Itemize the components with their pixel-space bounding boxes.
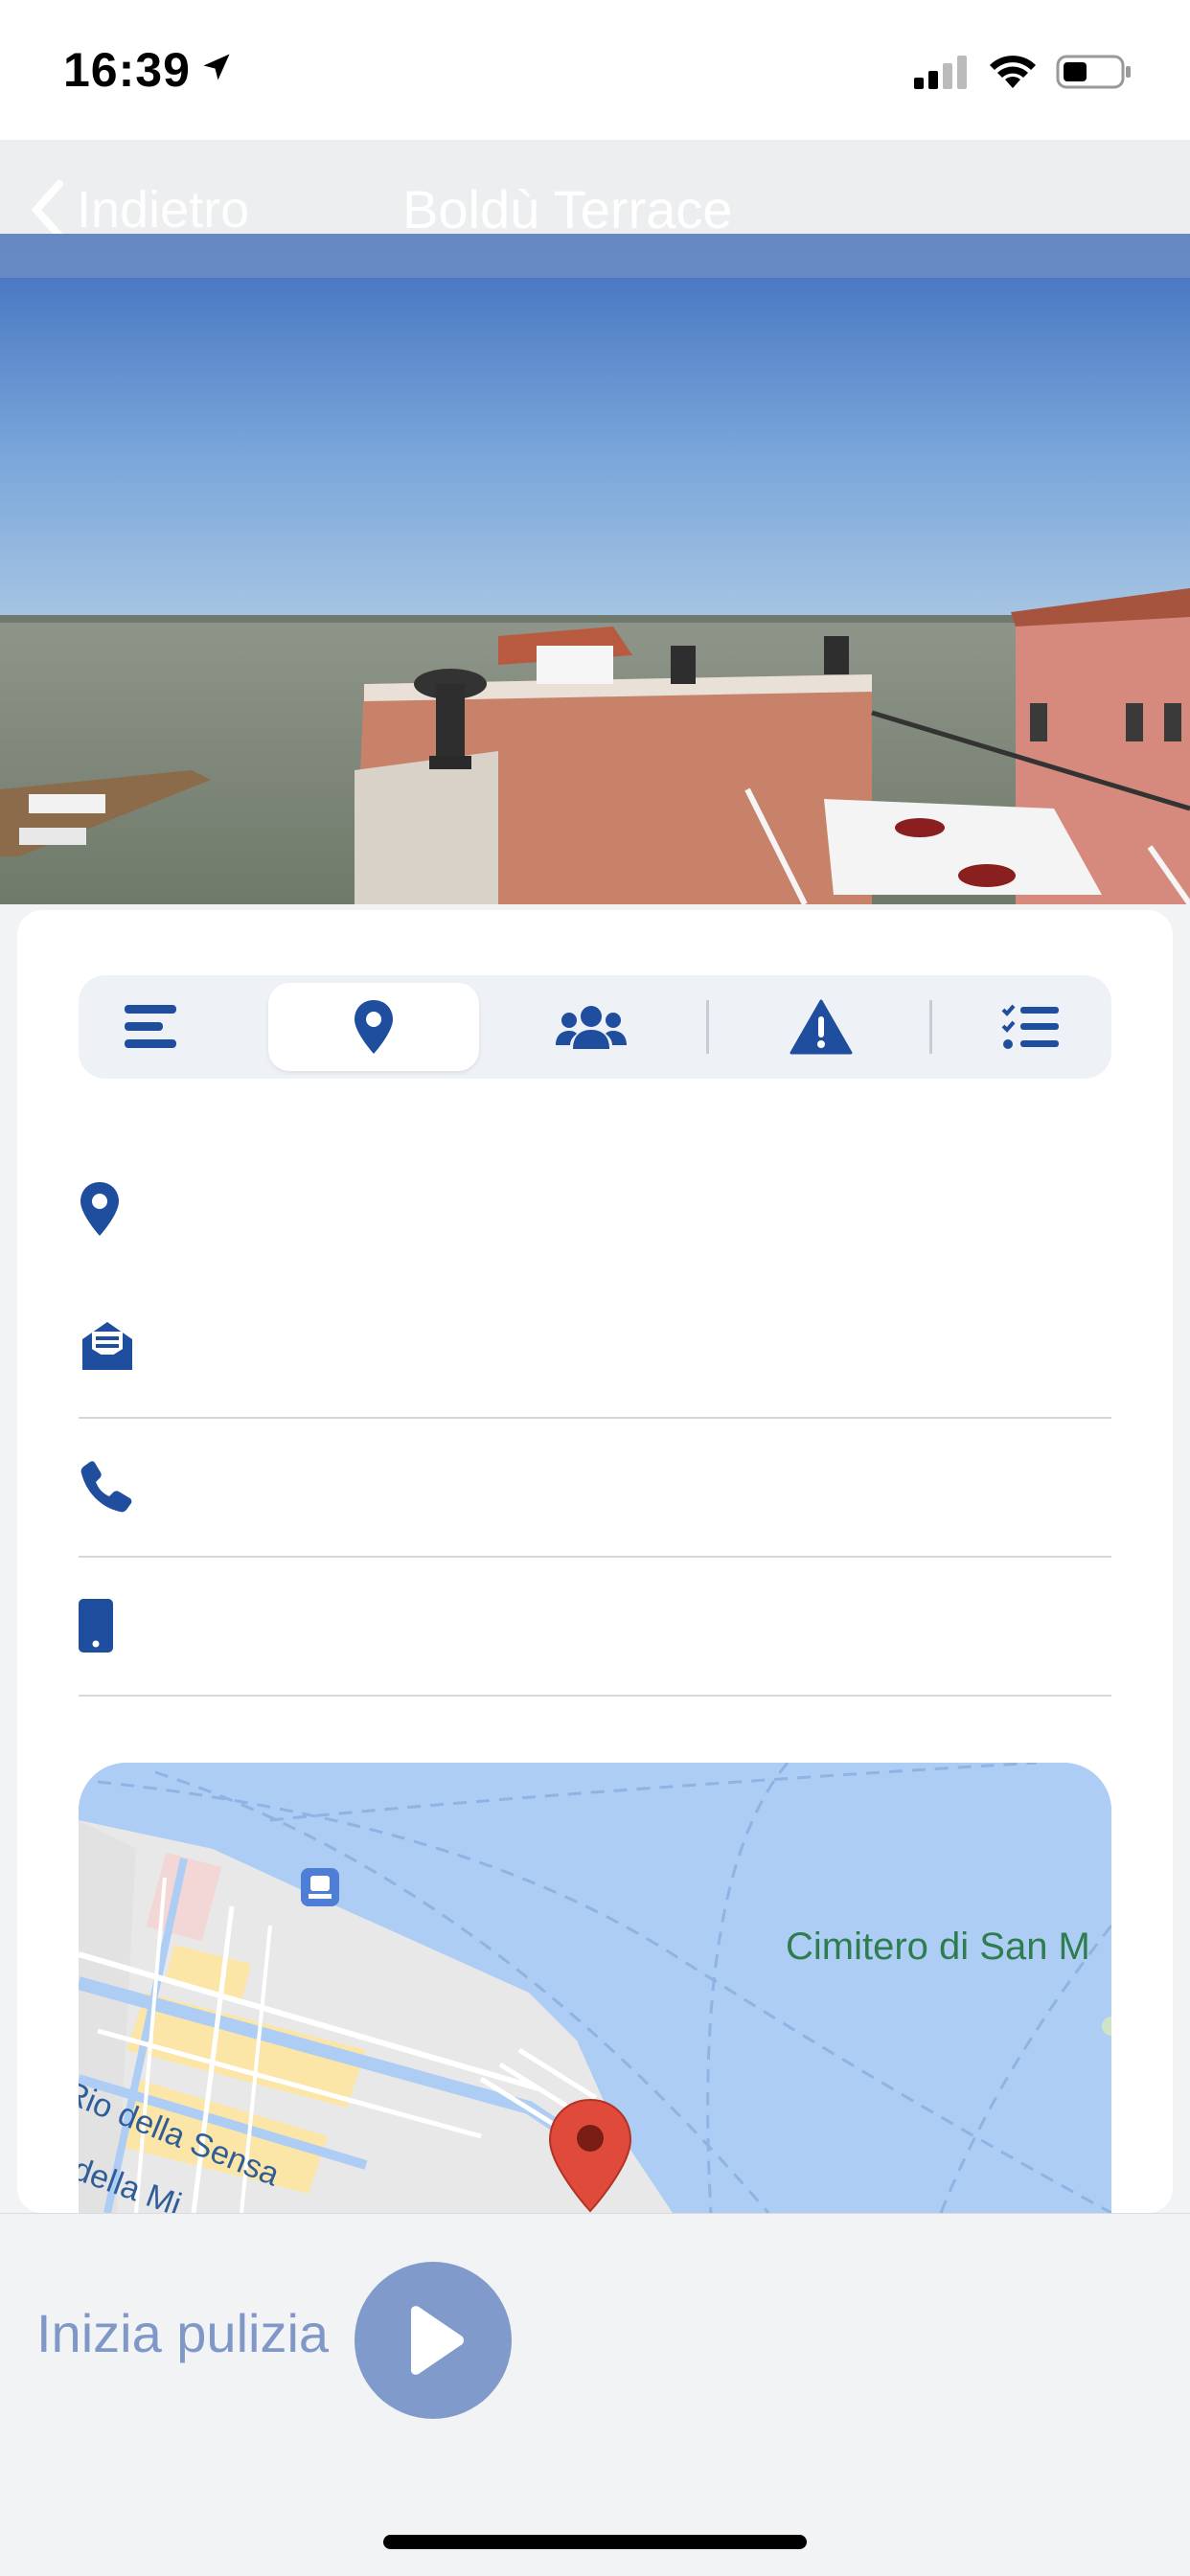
users-icon	[556, 1006, 627, 1049]
warning-icon	[790, 999, 853, 1055]
location-arrow-icon	[203, 54, 230, 80]
tab-checklist[interactable]	[950, 975, 1111, 1079]
status-bar: 16:39	[0, 0, 1190, 140]
segmented-tabs	[79, 975, 1111, 1079]
location-map[interactable]: Cimitero di San M Rio della Sensa della …	[79, 1763, 1111, 2213]
checklist-icon	[1001, 1004, 1059, 1049]
tab-location[interactable]	[268, 983, 479, 1071]
status-indicators	[914, 54, 1133, 90]
tab-contacts[interactable]	[500, 975, 682, 1079]
back-label: Indietro	[77, 181, 250, 239]
signal-icon	[914, 56, 967, 89]
phone-row[interactable]	[79, 1418, 1111, 1556]
tab-description[interactable]	[79, 975, 222, 1079]
phone-icon	[80, 1461, 132, 1513]
chevron-left-icon	[31, 180, 63, 239]
location-pin-icon	[355, 1000, 393, 1054]
mobile-row[interactable]	[79, 1557, 1111, 1695]
start-cleaning-label[interactable]: Inizia pulizia	[36, 2302, 329, 2364]
map-pin-icon	[548, 2098, 632, 2213]
status-time: 16:39	[63, 43, 191, 97]
envelope-open-icon	[82, 1322, 132, 1370]
home-indicator	[383, 2535, 807, 2549]
list-icon	[125, 1005, 176, 1048]
location-pin-icon	[80, 1182, 119, 1236]
mobile-phone-icon	[79, 1599, 113, 1653]
bottom-action-bar: Inizia pulizia	[0, 2213, 1190, 2576]
wifi-icon	[990, 56, 1036, 88]
tab-warnings[interactable]	[730, 975, 912, 1079]
page-title: Boldù Terrace	[402, 179, 733, 239]
play-icon	[411, 2306, 464, 2375]
back-button[interactable]: Indietro	[29, 178, 249, 241]
tab-separator	[929, 1000, 932, 1054]
start-cleaning-button[interactable]	[355, 2262, 512, 2419]
property-photo	[0, 234, 1190, 904]
tab-separator	[706, 1000, 709, 1054]
map-label-cemetery: Cimitero di San M	[786, 1926, 1090, 1968]
details-card: Cimitero di San M Rio della Sensa della …	[17, 910, 1173, 2213]
divider	[79, 1695, 1111, 1697]
address-row	[79, 1140, 1111, 1278]
battery-icon	[1056, 55, 1131, 89]
email-row[interactable]	[79, 1278, 1111, 1416]
